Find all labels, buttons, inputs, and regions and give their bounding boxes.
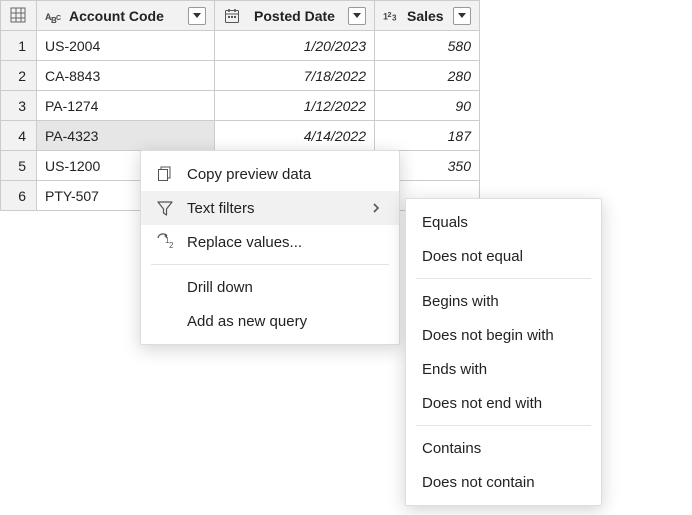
menu-item-text-filters[interactable]: Text filters [141, 191, 399, 225]
menu-label: Equals [422, 214, 583, 231]
menu-separator [416, 425, 591, 426]
menu-label: Begins with [422, 293, 583, 310]
menu-item-replace-values[interactable]: 1 2 Replace values... [141, 225, 399, 259]
text-type-icon: A B C [45, 7, 63, 25]
column-filter-button[interactable] [188, 7, 206, 25]
filter-icon [155, 199, 175, 217]
menu-label: Add as new query [187, 313, 381, 330]
filter-ends-with[interactable]: Ends with [406, 352, 601, 386]
filter-begins-with[interactable]: Begins with [406, 284, 601, 318]
date-type-icon [223, 7, 241, 25]
menu-label: Copy preview data [187, 166, 381, 183]
cell-date[interactable]: 7/18/2022 [215, 61, 375, 91]
menu-label: Contains [422, 440, 583, 457]
context-menu: Copy preview data Text filters 1 2 Repla… [140, 150, 400, 345]
copy-icon [155, 165, 175, 183]
cell-date[interactable]: 4/14/2022 [215, 121, 375, 151]
cell-account[interactable]: US-2004 [37, 31, 215, 61]
filter-does-not-contain[interactable]: Does not contain [406, 465, 601, 499]
chevron-down-icon [193, 13, 201, 18]
cell-account[interactable]: CA-8843 [37, 61, 215, 91]
menu-item-add-as-new-query[interactable]: Add as new query [141, 304, 399, 338]
menu-label: Drill down [187, 279, 381, 296]
cell-sales[interactable]: 280 [375, 61, 480, 91]
row-number: 4 [1, 121, 37, 151]
svg-text:2: 2 [169, 241, 174, 250]
replace-icon: 1 2 [155, 233, 175, 251]
column-label: Posted Date [247, 8, 342, 24]
menu-label: Text filters [187, 200, 359, 217]
column-label: Account Code [69, 8, 182, 24]
row-number: 5 [1, 151, 37, 181]
menu-label: Does not equal [422, 248, 583, 265]
filter-does-not-equal[interactable]: Does not equal [406, 239, 601, 273]
column-header-date[interactable]: Posted Date [215, 1, 375, 31]
table-row[interactable]: 1 US-2004 1/20/2023 580 [1, 31, 480, 61]
column-filter-button[interactable] [453, 7, 471, 25]
number-type-icon: 1 2 3 [383, 7, 401, 25]
cell-date[interactable]: 1/20/2023 [215, 31, 375, 61]
filter-does-not-end-with[interactable]: Does not end with [406, 386, 601, 420]
column-header-account[interactable]: A B C Account Code [37, 1, 215, 31]
column-header-sales[interactable]: 1 2 3 Sales [375, 1, 480, 31]
menu-separator [151, 264, 389, 265]
filter-equals[interactable]: Equals [406, 205, 601, 239]
chevron-down-icon [353, 13, 361, 18]
table-row[interactable]: 3 PA-1274 1/12/2022 90 [1, 91, 480, 121]
row-number: 3 [1, 91, 37, 121]
menu-label: Replace values... [187, 234, 381, 251]
menu-label: Does not begin with [422, 327, 583, 344]
table-icon [9, 6, 27, 24]
chevron-down-icon [458, 13, 466, 18]
table-corner[interactable] [1, 1, 37, 31]
cell-sales[interactable]: 580 [375, 31, 480, 61]
table-row[interactable]: 2 CA-8843 7/18/2022 280 [1, 61, 480, 91]
column-label: Sales [407, 8, 447, 24]
row-number: 6 [1, 181, 37, 211]
svg-text:C: C [56, 15, 61, 22]
cell-sales[interactable]: 187 [375, 121, 480, 151]
menu-separator [416, 278, 591, 279]
filter-contains[interactable]: Contains [406, 431, 601, 465]
cell-account[interactable]: PA-1274 [37, 91, 215, 121]
text-filters-submenu: Equals Does not equal Begins with Does n… [405, 198, 602, 506]
menu-label: Ends with [422, 361, 583, 378]
svg-text:2: 2 [388, 9, 392, 18]
table-row[interactable]: 4 PA-4323 4/14/2022 187 [1, 121, 480, 151]
svg-text:3: 3 [392, 13, 397, 22]
menu-label: Does not end with [422, 395, 583, 412]
column-filter-button[interactable] [348, 7, 366, 25]
cell-sales[interactable]: 90 [375, 91, 480, 121]
filter-does-not-begin-with[interactable]: Does not begin with [406, 318, 601, 352]
row-number: 1 [1, 31, 37, 61]
menu-label: Does not contain [422, 474, 583, 491]
row-number: 2 [1, 61, 37, 91]
menu-item-copy-preview-data[interactable]: Copy preview data [141, 157, 399, 191]
cell-account[interactable]: PA-4323 [37, 121, 215, 151]
menu-item-drill-down[interactable]: Drill down [141, 270, 399, 304]
cell-date[interactable]: 1/12/2022 [215, 91, 375, 121]
chevron-right-icon [371, 201, 381, 215]
